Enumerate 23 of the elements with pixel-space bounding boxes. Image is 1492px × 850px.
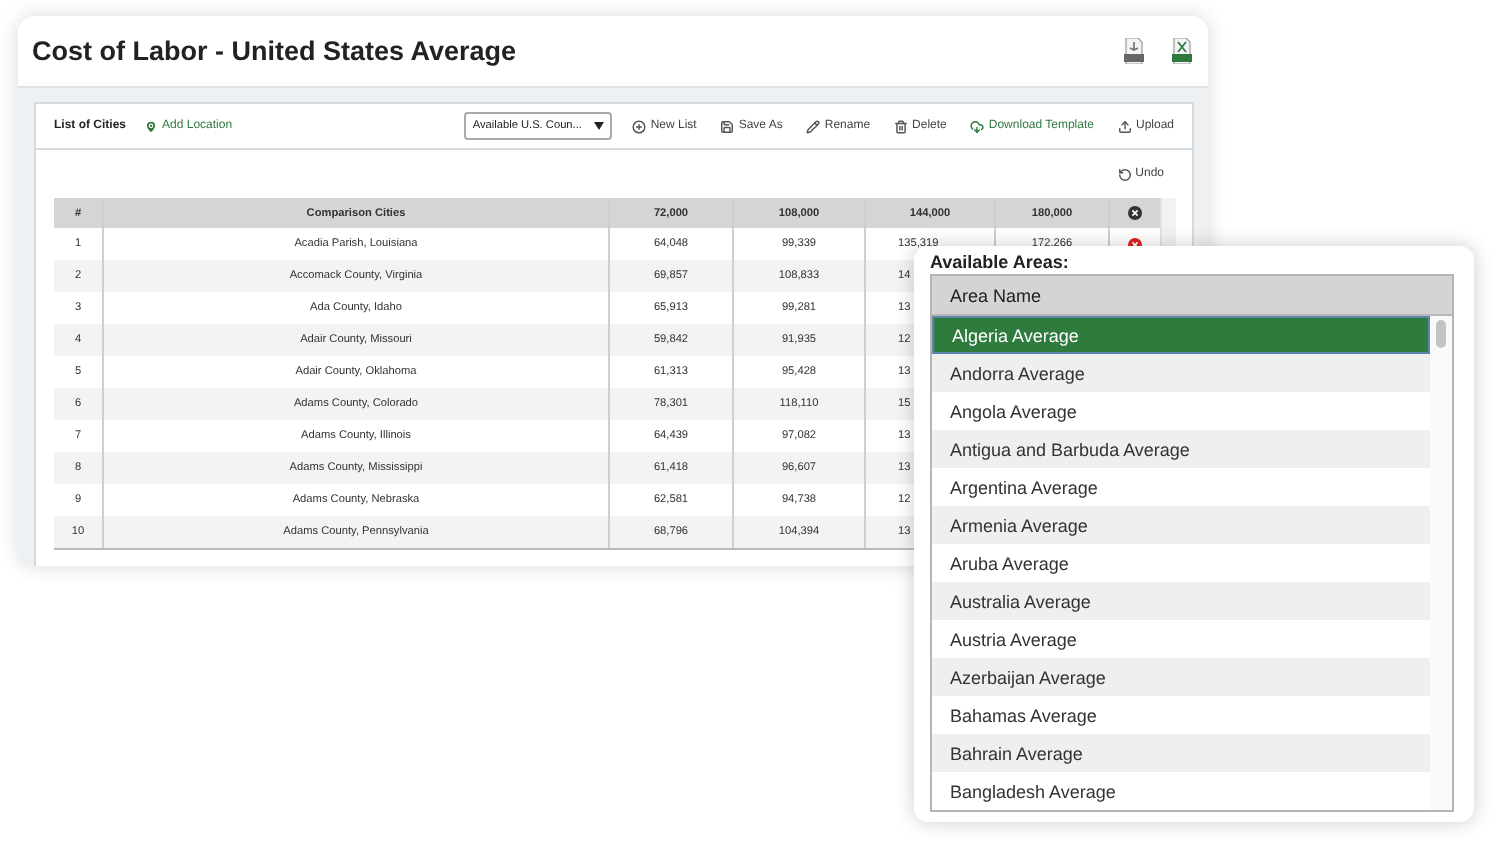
floppy-disk-icon [720, 119, 735, 133]
window-title: Cost of Labor - United States Average [32, 36, 519, 66]
spreadsheet-file-icon[interactable] [1172, 38, 1192, 64]
area-item[interactable]: Azerbaijan Average [932, 658, 1430, 696]
area-item[interactable]: Andorra Average [932, 354, 1430, 392]
close-circle-icon[interactable] [1128, 206, 1142, 220]
area-item[interactable]: Armenia Average [932, 506, 1430, 544]
plus-circle-icon [632, 119, 647, 133]
area-item[interactable]: Antigua and Barbuda Average [932, 430, 1430, 468]
popup-title: Available Areas: [930, 252, 1071, 274]
upload-icon [1117, 119, 1132, 133]
cloud-download-icon [970, 119, 985, 133]
scrollbar[interactable] [1430, 316, 1452, 810]
pencil-icon [806, 119, 821, 133]
undo-icon [1117, 167, 1132, 181]
pdf-file-icon[interactable] [1124, 38, 1144, 64]
area-item[interactable]: Algeria Average [932, 316, 1430, 354]
area-item[interactable]: Australia Average [932, 582, 1430, 620]
map-pin-icon [144, 119, 159, 133]
trash-icon [894, 119, 909, 133]
column-header: Area Name [932, 276, 1452, 316]
area-item[interactable]: Bahrain Average [932, 734, 1430, 772]
caret-icon [594, 122, 605, 130]
